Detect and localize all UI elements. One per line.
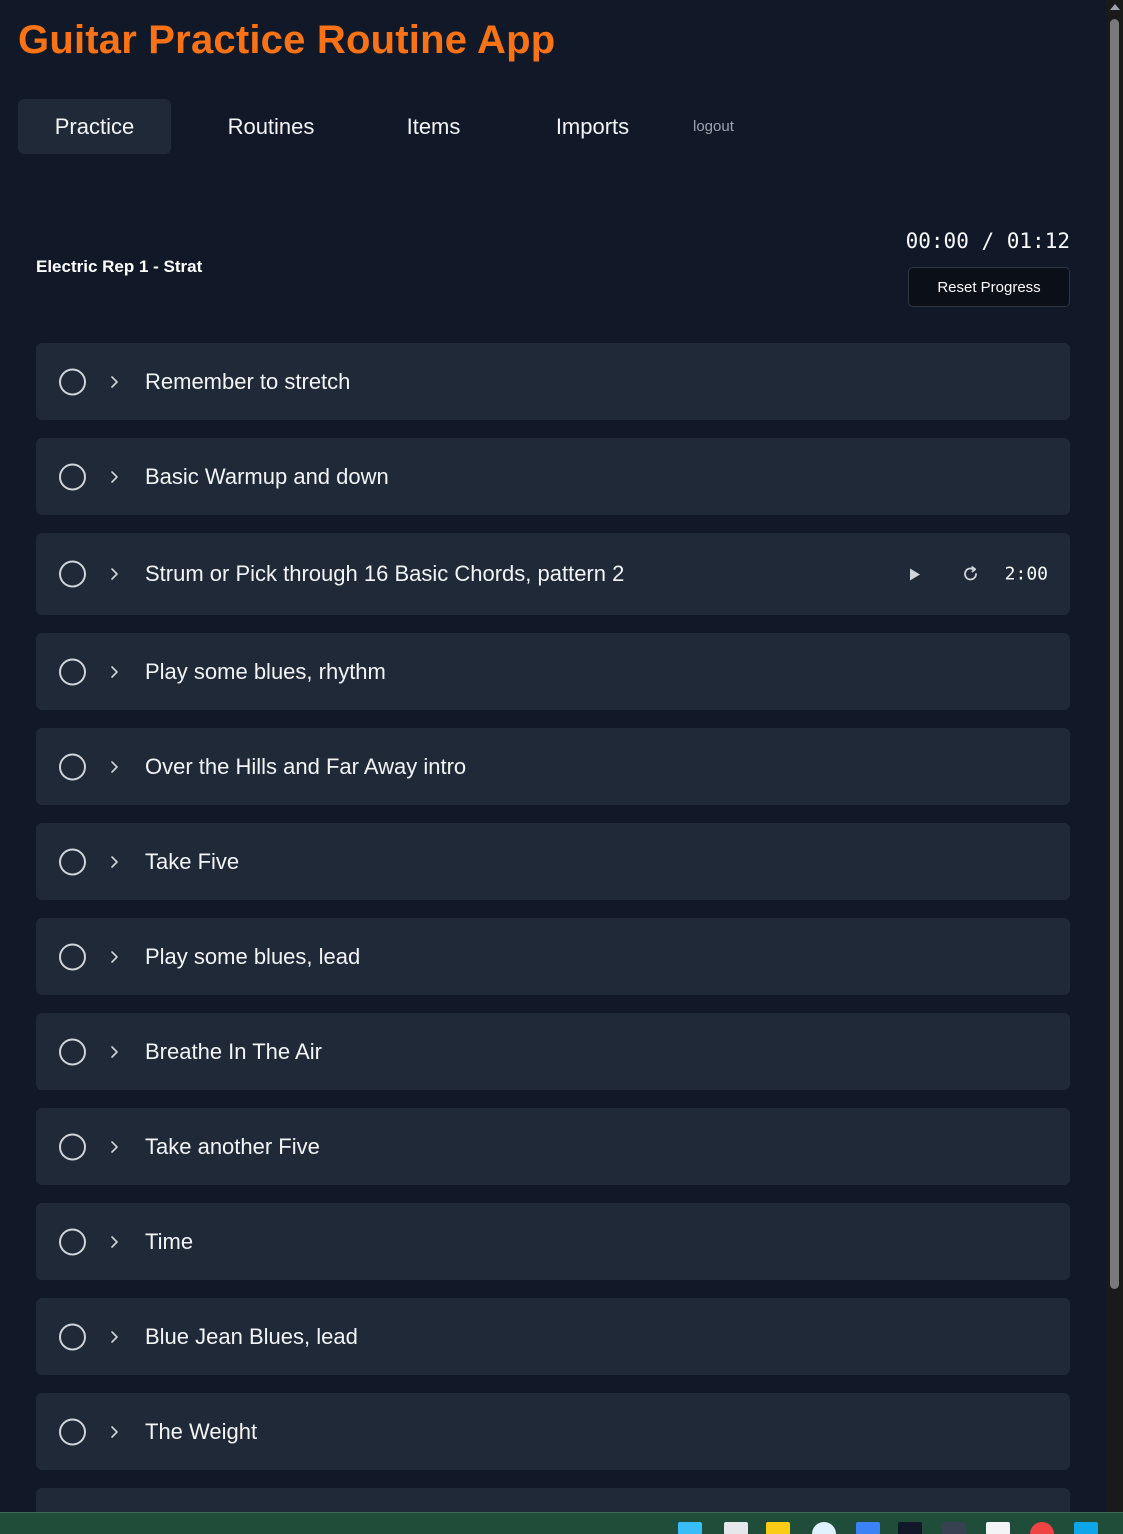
reset-progress-button[interactable]: Reset Progress (908, 267, 1070, 307)
practice-item-label: Play some blues, lead (145, 943, 361, 969)
file-icon[interactable] (724, 1522, 748, 1534)
tab-items[interactable]: Items (371, 99, 496, 154)
practice-item-list: Remember to stretch Basic Warmup and down… (36, 343, 1070, 1534)
logout-link[interactable]: logout (693, 118, 734, 135)
practice-item[interactable]: Play some blues, lead (36, 918, 1070, 995)
practice-item[interactable]: Blue Jean Blues, lead (36, 1298, 1070, 1375)
play-icon[interactable] (906, 565, 924, 583)
scroll-up-arrow-icon[interactable] (1110, 4, 1120, 10)
circle-outline-icon[interactable] (59, 368, 86, 395)
practice-item-label: Take another Five (145, 1133, 320, 1159)
practice-item[interactable]: Basic Warmup and down (36, 438, 1070, 515)
practice-item-label: Time (145, 1228, 194, 1254)
chevron-right-icon[interactable] (109, 1044, 121, 1060)
circle-outline-icon[interactable] (59, 1323, 86, 1350)
opera-icon[interactable] (1030, 1522, 1054, 1534)
practice-item[interactable]: Time (36, 1203, 1070, 1280)
circle-outline-icon[interactable] (59, 943, 86, 970)
restart-icon[interactable] (962, 565, 980, 583)
chevron-right-icon[interactable] (109, 1139, 121, 1155)
practice-item[interactable]: The Weight (36, 1393, 1070, 1470)
app-title: Guitar Practice Routine App (18, 18, 556, 62)
item-timer-controls: 2:00 (906, 564, 1048, 585)
practice-item-label: The Weight (145, 1418, 258, 1444)
app-icon[interactable] (856, 1522, 880, 1534)
start-icon[interactable] (678, 1522, 702, 1534)
circle-outline-icon[interactable] (59, 1228, 86, 1255)
folder-icon[interactable] (766, 1522, 790, 1534)
practice-item[interactable]: Breathe In The Air (36, 1013, 1070, 1090)
practice-item-label: Take Five (145, 848, 240, 874)
circle-outline-icon[interactable] (59, 848, 86, 875)
chevron-right-icon[interactable] (109, 374, 121, 390)
app-root: Guitar Practice Routine App Practice Rou… (0, 0, 1123, 1534)
vscode-icon[interactable] (1074, 1522, 1098, 1534)
circle-outline-icon[interactable] (59, 1418, 86, 1445)
chevron-right-icon[interactable] (109, 759, 121, 775)
practice-item[interactable]: Take Five (36, 823, 1070, 900)
practice-item-label: Strum or Pick through 16 Basic Chords, p… (145, 561, 625, 586)
chevron-right-icon[interactable] (109, 1424, 121, 1440)
practice-item-label: Play some blues, rhythm (145, 658, 386, 684)
practice-item[interactable]: Remember to stretch (36, 343, 1070, 420)
notepad-icon[interactable] (986, 1522, 1010, 1534)
tab-imports[interactable]: Imports (496, 99, 689, 154)
scroll-thumb[interactable] (1110, 19, 1119, 1289)
chevron-right-icon[interactable] (109, 664, 121, 680)
chevron-right-icon[interactable] (109, 469, 121, 485)
practice-item-label: Over the Hills and Far Away intro (145, 753, 467, 779)
routine-timer: 00:00 / 01:12 (905, 229, 1070, 253)
tab-practice[interactable]: Practice (18, 99, 171, 154)
practice-item-label: Basic Warmup and down (145, 463, 389, 489)
main-nav: Practice Routines Items Imports logout (18, 99, 734, 154)
chat-icon[interactable] (898, 1522, 922, 1534)
terminal-icon[interactable] (942, 1522, 966, 1534)
item-duration: 2:00 (1004, 563, 1048, 585)
chevron-right-icon[interactable] (109, 949, 121, 965)
circle-outline-icon[interactable] (59, 753, 86, 780)
practice-item[interactable]: Strum or Pick through 16 Basic Chords, p… (36, 533, 1070, 615)
circle-outline-icon[interactable] (59, 560, 86, 588)
browser-icon[interactable] (812, 1522, 836, 1534)
routine-name: Electric Rep 1 - Strat (36, 257, 203, 276)
practice-item[interactable]: Over the Hills and Far Away intro (36, 728, 1070, 805)
tab-routines[interactable]: Routines (171, 99, 371, 154)
circle-outline-icon[interactable] (59, 463, 86, 490)
circle-outline-icon[interactable] (59, 1038, 86, 1065)
practice-item-label: Remember to stretch (145, 368, 351, 394)
os-taskbar (0, 1512, 1123, 1534)
practice-item[interactable]: Play some blues, rhythm (36, 633, 1070, 710)
chevron-right-icon[interactable] (109, 854, 121, 870)
practice-item-label: Breathe In The Air (145, 1038, 322, 1064)
circle-outline-icon[interactable] (59, 1133, 86, 1160)
chevron-right-icon[interactable] (109, 1234, 121, 1250)
practice-item[interactable]: Take another Five (36, 1108, 1070, 1185)
chevron-right-icon[interactable] (109, 1329, 121, 1345)
chevron-right-icon[interactable] (109, 566, 121, 582)
circle-outline-icon[interactable] (59, 658, 86, 685)
practice-item-label: Blue Jean Blues, lead (145, 1323, 358, 1349)
vertical-scrollbar[interactable] (1106, 0, 1123, 1512)
